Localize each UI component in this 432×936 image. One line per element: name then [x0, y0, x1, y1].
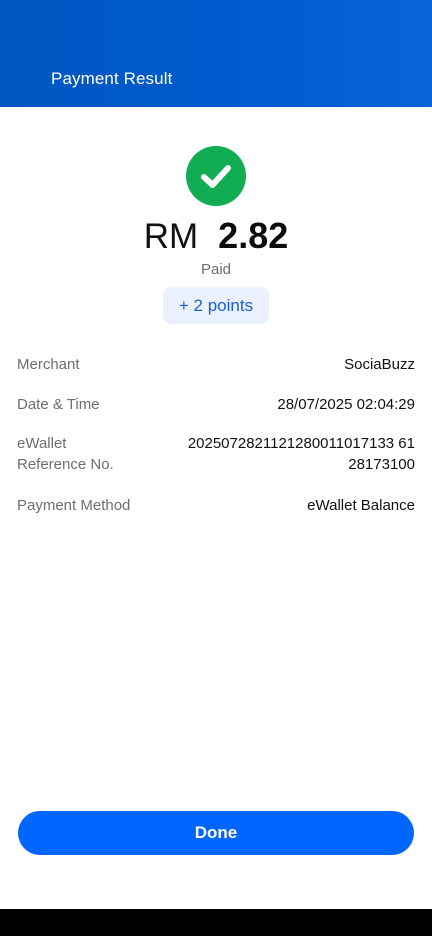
datetime-value: 28/07/2025 02:04:29 — [277, 396, 415, 413]
method-label: Payment Method — [17, 497, 131, 514]
merchant-value: SociaBuzz — [344, 356, 415, 373]
method-value: eWallet Balance — [307, 497, 415, 514]
reference-label-line2: Reference No. — [17, 456, 114, 473]
merchant-label: Merchant — [17, 356, 80, 373]
points-badge: + 2 points — [163, 287, 269, 324]
success-badge — [186, 146, 246, 206]
payment-status: Paid — [200, 261, 232, 278]
system-nav-bar — [0, 909, 432, 936]
page-title: Payment Result — [51, 69, 173, 88]
datetime-label: Date & Time — [17, 396, 100, 413]
reference-value-line1: 2025072821121280011017133 61 — [187, 435, 415, 452]
amount-row: RM 2.82 — [0, 215, 432, 259]
header-bar: Payment Result — [0, 0, 432, 107]
amount-value: 2.82 — [218, 215, 289, 256]
done-button[interactable]: Done — [18, 811, 414, 855]
currency-label: RM — [143, 217, 199, 256]
check-icon — [201, 165, 231, 188]
reference-value: 2025072821121280011017133 61 28173100 — [188, 435, 415, 473]
reference-value-line2: 28173100 — [348, 456, 415, 473]
reference-label-line1: eWallet — [17, 435, 67, 452]
reference-label: eWallet Reference No. — [17, 435, 114, 473]
